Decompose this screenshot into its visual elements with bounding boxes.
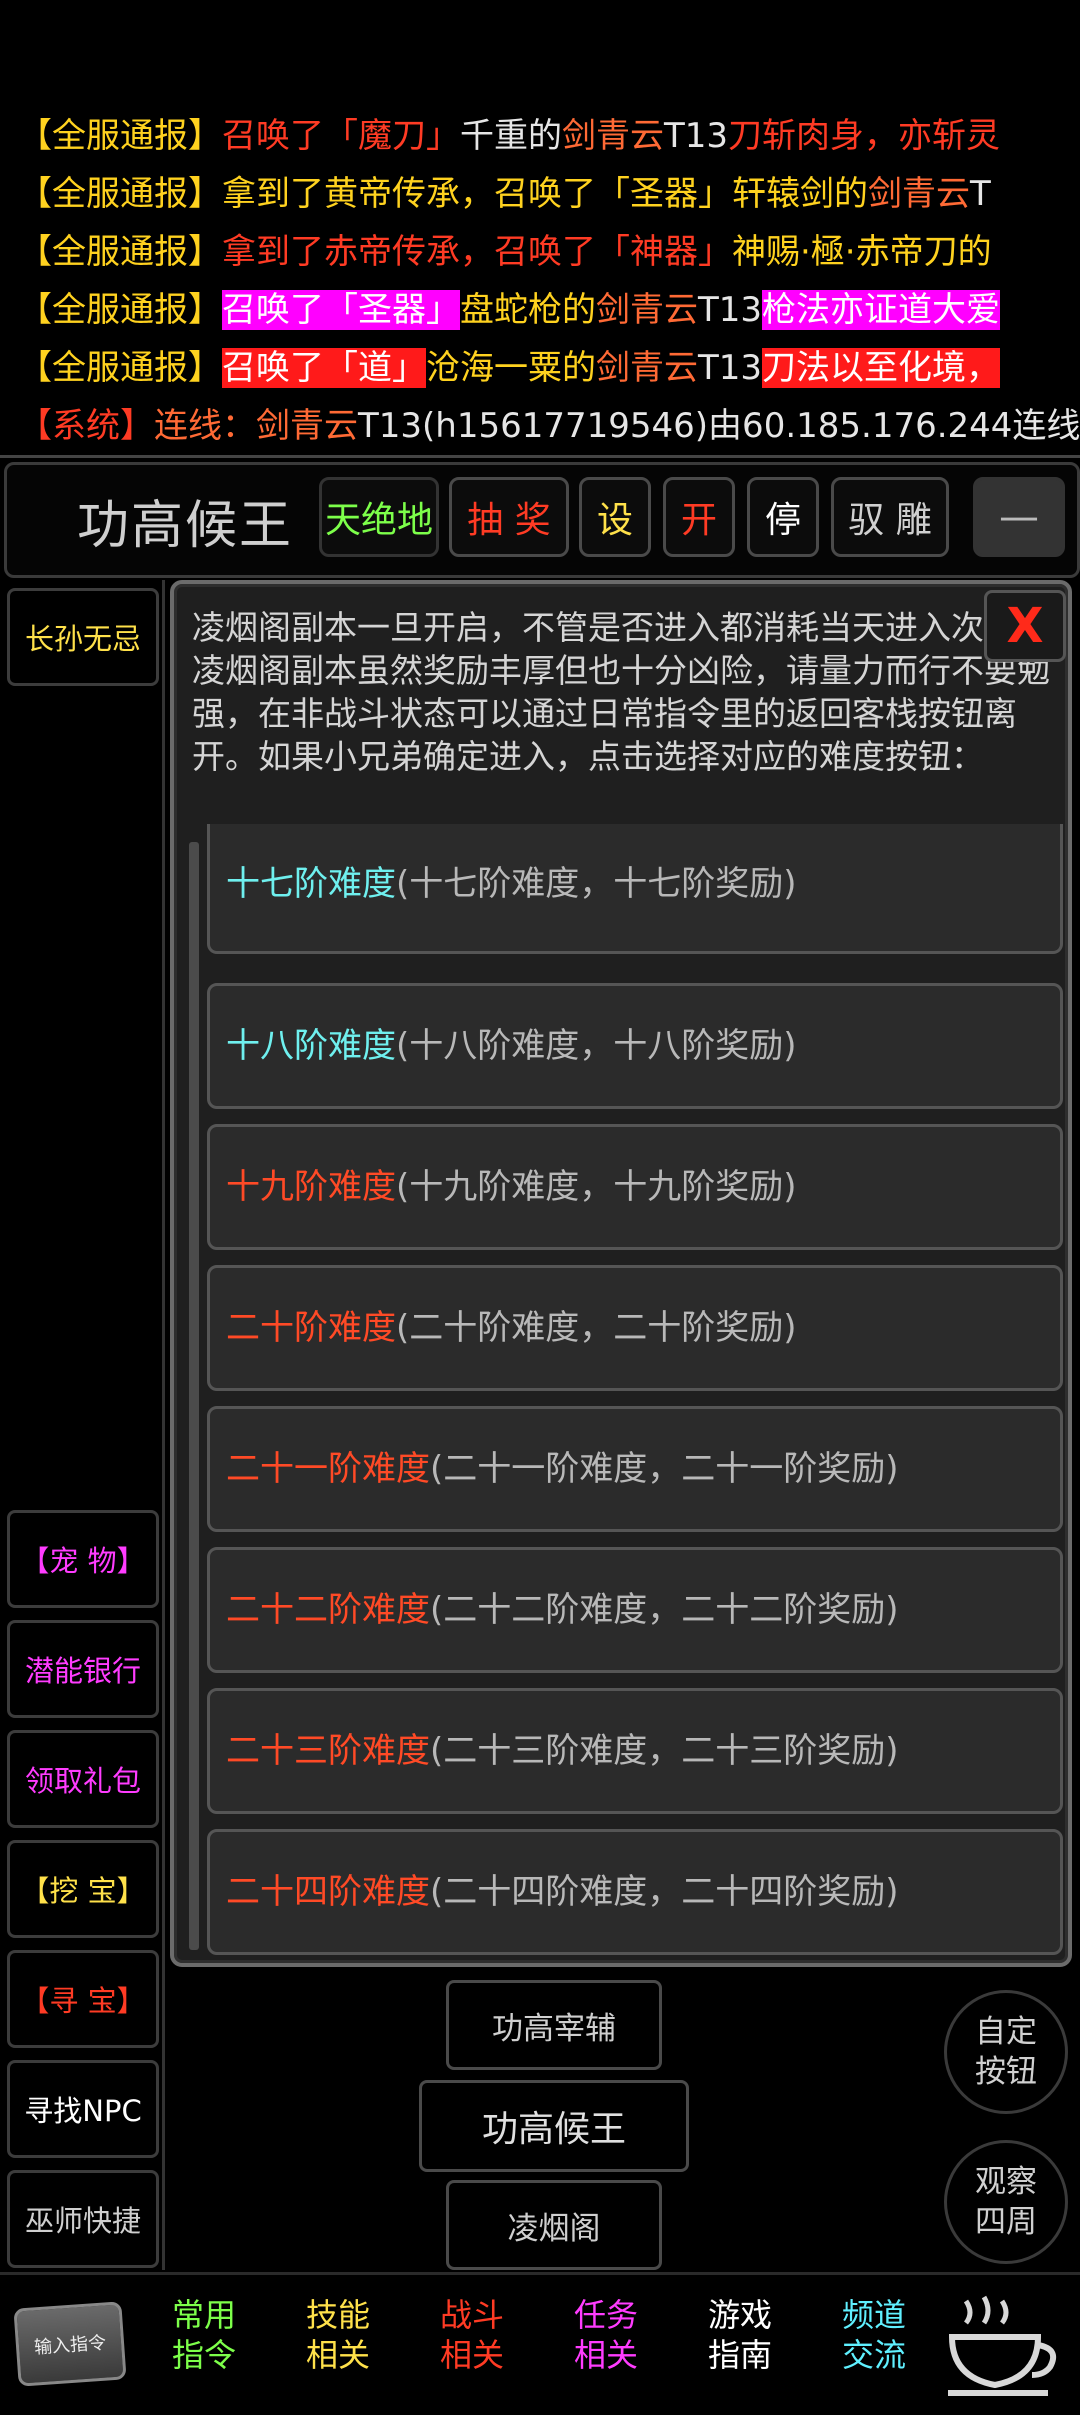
broadcast-segment: T13(h15617719546)由60.185.176.244连线 [358,406,1080,446]
top-bar: 功高候王 天绝地 抽 奖 设 开 停 驭 雕 — [4,462,1080,578]
difficulty-name: 二十阶难度 [226,1308,396,1348]
difficulty-desc: (十八阶难度，十八阶奖励) [396,1026,797,1066]
broadcast-line: 【全服通报】召唤了「道」沧海一粟的剑青云T13刀法以至化境， [18,342,1080,394]
dig-treasure-button[interactable]: 【挖 宝】 [7,1840,159,1938]
gift-button[interactable]: 领取礼包 [7,1730,159,1828]
difficulty-desc: (二十阶难度，二十阶奖励) [396,1308,797,1348]
difficulty-option[interactable]: 二十三阶难度(二十三阶难度，二十三阶奖励) [207,1688,1063,1814]
broadcast-segment: 的 [528,116,562,156]
difficulty-name: 十七阶难度 [226,864,396,904]
broadcast-segment: 剑青云 [256,406,358,446]
broadcast-segment: T13 [698,348,763,388]
broadcast-segment: 【全服通报】 [18,116,222,156]
broadcast-segment: 召唤了「道」 [222,348,426,388]
broadcast-segment: 刀斩肉身，亦斩灵 [728,116,1001,156]
broadcast-segment: T13 [664,116,729,156]
nav-combat[interactable]: 战斗 相关 [412,2295,532,2375]
broadcast-segment: 沧海一粟的 [426,348,596,388]
broadcast-segment: 枪法亦证道大爱 [762,290,1001,330]
broadcast-line: 【全服通报】召唤了「圣器」盘蛇枪的剑青云T13枪法亦证道大爱 [18,284,1080,336]
lottery-button[interactable]: 抽 奖 [449,477,569,557]
difficulty-desc: (二十一阶难度，二十一阶奖励) [430,1449,899,1489]
broadcast-segment: 剑青云 [562,116,664,156]
broadcast-segment: 刀法以至化境， [762,348,1001,388]
difficulty-desc: (二十二阶难度，二十二阶奖励) [430,1590,899,1630]
input-command-button[interactable]: 输入指令 [13,2301,127,2387]
broadcast-segment: 连线： [154,406,256,446]
nav-common-commands[interactable]: 常用 指令 [144,2295,264,2375]
difficulty-name: 十九阶难度 [226,1167,396,1207]
stop-button[interactable]: 停 [747,477,819,557]
broadcast-segment: 拿到了黄帝传承，召唤了「圣器」轩辕剑的 [222,174,868,214]
difficulty-option[interactable]: 二十二阶难度(二十二阶难度，二十二阶奖励) [207,1547,1063,1673]
bottom-nav: 输入指令 常用 指令 技能 相关 战斗 相关 任务 相关 游戏 指南 频道 交流 [0,2272,1080,2415]
broadcast-segment: 剑青云 [596,348,698,388]
custom-button[interactable]: 自定 按钮 [944,1990,1068,2114]
difficulty-desc: (十七阶难度，十七阶奖励) [396,864,797,904]
pet-button[interactable]: 【宠 物】 [7,1510,159,1608]
difficulty-name: 二十三阶难度 [226,1731,430,1771]
nav-channel-chat[interactable]: 频道 交流 [814,2295,934,2375]
nav-skills[interactable]: 技能 相关 [278,2295,398,2375]
difficulty-option[interactable]: 二十一阶难度(二十一阶难度，二十一阶奖励) [207,1406,1063,1532]
npc-button[interactable]: 长孙无忌 [7,588,159,686]
close-button[interactable]: X [984,590,1066,662]
divider [162,580,165,2270]
difficulty-name: 二十一阶难度 [226,1449,430,1489]
broadcast-segment: 【全服通报】 [18,348,222,388]
divider [0,455,1080,458]
scrollbar[interactable] [189,842,199,1950]
difficulty-dialog: 凌烟阁副本一旦开启，不管是否进入都消耗当天进入次数。凌烟阁副本虽然奖励丰厚但也十… [170,580,1072,1967]
seek-treasure-button[interactable]: 【寻 宝】 [7,1950,159,2048]
teacup-icon[interactable] [944,2293,1068,2403]
settings-button[interactable]: 设 [579,477,651,557]
current-room-button[interactable]: 功高候王 [419,2080,689,2172]
find-npc-button[interactable]: 寻找NPC [7,2060,159,2158]
broadcast-line: 【系统】连线：剑青云T13(h15617719546)由60.185.176.2… [18,400,1080,452]
broadcast-segment: 召唤了「圣器」 [222,290,460,330]
broadcast-segment: T [970,174,991,214]
difficulty-option[interactable]: 十七阶难度(十七阶难度，十七阶奖励) [207,824,1063,954]
broadcast-segment: 神赐·極·赤帝刀的 [732,232,992,272]
broadcast-segment: 剑青云 [596,290,698,330]
open-button[interactable]: 开 [663,477,735,557]
exits-button[interactable]: 天绝地 [319,477,439,557]
broadcast-segment: T13 [698,290,763,330]
broadcast-segment: 【全服通报】 [18,232,222,272]
difficulty-desc: (二十四阶难度，二十四阶奖励) [430,1872,899,1912]
broadcast-segment: 召唤了「魔刀」 [222,116,460,156]
difficulty-option[interactable]: 二十四阶难度(二十四阶难度，二十四阶奖励) [207,1829,1063,1955]
exit-south-button[interactable]: 凌烟阁 [446,2180,662,2270]
broadcast-line: 【全服通报】拿到了赤帝传承，召唤了「神器」神赐·極·赤帝刀的 [18,226,1080,278]
exit-north-button[interactable]: 功高宰辅 [446,1980,662,2070]
difficulty-name: 二十二阶难度 [226,1590,430,1630]
nav-quests[interactable]: 任务 相关 [546,2295,666,2375]
broadcast-segment: 【系统】 [18,406,154,446]
difficulty-desc: (二十三阶难度，二十三阶奖励) [430,1731,899,1771]
dialog-message: 凌烟阁副本一旦开启，不管是否进入都消耗当天进入次数。凌烟阁副本虽然奖励丰厚但也十… [192,608,1050,776]
broadcast-line: 【全服通报】召唤了「魔刀」千重的剑青云T13刀斩肉身，亦斩灵 [18,110,1080,162]
broadcast-segment: 千重 [460,116,528,156]
wizard-shortcut-button[interactable]: 巫师快捷 [7,2170,159,2268]
room-name: 功高候王 [77,496,294,556]
broadcast-segment: 【全服通报】 [18,290,222,330]
difficulty-option[interactable]: 十八阶难度(十八阶难度，十八阶奖励) [207,983,1063,1109]
broadcast-segment: 【全服通报】 [18,174,222,214]
difficulty-option[interactable]: 十九阶难度(十九阶难度，十九阶奖励) [207,1124,1063,1250]
nav-game-guide[interactable]: 游戏 指南 [680,2295,800,2375]
broadcast-segment: 拿到了赤帝传承，召唤了「神器」 [222,232,732,272]
broadcast-segment: 剑青云 [868,174,970,214]
broadcast-segment: 盘蛇枪的 [460,290,596,330]
potential-bank-button[interactable]: 潜能银行 [7,1620,159,1718]
difficulty-desc: (十九阶难度，十九阶奖励) [396,1167,797,1207]
difficulty-name: 二十四阶难度 [226,1872,430,1912]
ride-eagle-button[interactable]: 驭 雕 [831,477,949,557]
difficulty-option[interactable]: 二十阶难度(二十阶难度，二十阶奖励) [207,1265,1063,1391]
broadcast-line: 【全服通报】拿到了黄帝传承，召唤了「圣器」轩辕剑的剑青云T [18,168,1080,220]
observe-button[interactable]: 观察 四周 [944,2140,1068,2264]
difficulty-name: 十八阶难度 [226,1026,396,1066]
minimize-button[interactable]: — [973,477,1065,557]
